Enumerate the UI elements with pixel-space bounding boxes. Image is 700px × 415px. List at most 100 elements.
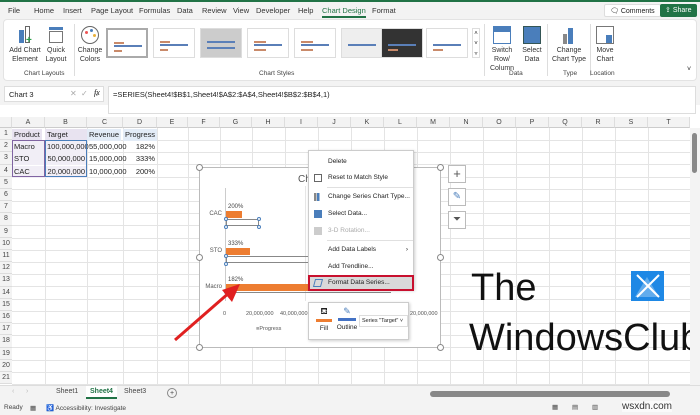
target-bar-sto[interactable] [226, 256, 309, 263]
tab-format[interactable]: Format [372, 6, 396, 15]
row-header-20[interactable]: 20 [0, 359, 12, 372]
accessibility-button[interactable]: ♿ Accessibility: Investigate [46, 404, 126, 412]
add-chart-element-button[interactable]: + Add Chart Element [8, 26, 42, 64]
tab-help[interactable]: Help [298, 6, 313, 15]
enter-icon[interactable]: ✓ [81, 89, 88, 98]
row-header-2[interactable]: 2 [0, 140, 12, 153]
function-icon[interactable]: fx [94, 88, 100, 97]
chart-style-7[interactable] [381, 28, 423, 58]
column-header-a[interactable]: A [12, 117, 45, 128]
fill-button[interactable]: ⛾ Fill [314, 306, 334, 332]
comments-button[interactable]: 🗨 Comments [604, 4, 661, 17]
series-select[interactable]: Series "Target" ˅ [359, 315, 408, 327]
column-header-o[interactable]: O [483, 117, 516, 128]
progress-bar-sto[interactable] [226, 248, 250, 255]
row-header-13[interactable]: 13 [0, 274, 12, 287]
row-header-5[interactable]: 5 [0, 176, 12, 189]
vertical-scrollbar[interactable] [692, 133, 697, 173]
chart-style-3[interactable] [200, 28, 242, 58]
tab-insert[interactable]: Insert [63, 6, 82, 15]
menu-item-add-data-labels[interactable]: Add Data Labels › [309, 243, 413, 257]
resize-handle[interactable] [196, 254, 203, 261]
row-header-6[interactable]: 6 [0, 189, 12, 202]
column-header-t[interactable]: T [648, 117, 690, 128]
page-layout-view-icon[interactable]: ▤ [572, 403, 578, 411]
row-header-1[interactable]: 1 [0, 128, 12, 141]
target-bar-macro[interactable] [226, 292, 391, 299]
menu-item-reset-to-match-style[interactable]: Reset to Match Style [309, 171, 413, 185]
selection-handle[interactable] [224, 254, 228, 258]
tab-file[interactable]: File [8, 6, 20, 15]
column-header-e[interactable]: E [157, 117, 188, 128]
horizontal-scrollbar[interactable] [430, 391, 670, 397]
add-sheet-icon[interactable]: + [167, 388, 177, 398]
change-colors-button[interactable]: Change Colors [76, 26, 104, 64]
row-header-11[interactable]: 11 [0, 250, 12, 263]
column-header-b[interactable]: B [45, 117, 87, 128]
selection-handle[interactable] [257, 217, 261, 221]
row-header-9[interactable]: 9 [0, 225, 12, 238]
selection-handle[interactable] [224, 262, 228, 266]
menu-item-format-data-series[interactable]: Format Data Series... [308, 275, 414, 291]
resize-handle[interactable] [196, 164, 203, 171]
tab-developer[interactable]: Developer [256, 6, 290, 15]
resize-handle[interactable] [437, 254, 444, 261]
collapse-ribbon-icon[interactable]: ˅ [687, 66, 691, 73]
row-header-8[interactable]: 8 [0, 213, 12, 226]
row-header-12[interactable]: 12 [0, 262, 12, 275]
tab-page-layout[interactable]: Page Layout [91, 6, 133, 15]
column-header-s[interactable]: S [615, 117, 648, 128]
row-header-17[interactable]: 17 [0, 323, 12, 336]
cell-c2[interactable]: 55,000,000 [87, 141, 127, 153]
chart-style-1[interactable] [106, 28, 148, 58]
scroll-left-icon[interactable]: ‹ [12, 388, 14, 395]
scroll-right-icon[interactable]: › [26, 388, 28, 395]
cell-d1[interactable]: Progress [123, 129, 158, 141]
tab-review[interactable]: Review [202, 6, 227, 15]
resize-handle[interactable] [437, 164, 444, 171]
column-header-q[interactable]: Q [549, 117, 582, 128]
column-header-f[interactable]: F [188, 117, 220, 128]
column-header-g[interactable]: G [220, 117, 252, 128]
move-chart-button[interactable]: Move Chart [592, 26, 618, 64]
quick-layout-button[interactable]: Quick Layout [42, 26, 70, 64]
page-break-view-icon[interactable]: ▥ [592, 403, 598, 411]
legend[interactable]: ■Progress [256, 326, 281, 332]
selection-handle[interactable] [224, 217, 228, 221]
sheet-tab-sheet1[interactable]: Sheet1 [56, 388, 78, 395]
row-header-19[interactable]: 19 [0, 347, 12, 360]
row-header-10[interactable]: 10 [0, 237, 12, 250]
column-header-c[interactable]: C [87, 117, 123, 128]
menu-item-change-series-chart-type[interactable]: Change Series Chart Type... [309, 190, 413, 204]
chart-style-5[interactable] [294, 28, 336, 58]
chart-style-4[interactable] [247, 28, 289, 58]
chart-styles-button[interactable]: ✎ [448, 188, 466, 206]
column-header-n[interactable]: N [450, 117, 483, 128]
normal-view-icon[interactable]: ▦ [552, 403, 558, 411]
tab-home[interactable]: Home [34, 6, 54, 15]
change-chart-type-button[interactable]: Change Chart Type [550, 26, 588, 64]
select-data-button[interactable]: Select Data [521, 26, 543, 64]
cell-d4[interactable]: 200% [123, 166, 157, 178]
row-header-15[interactable]: 15 [0, 298, 12, 311]
cell-c3[interactable]: 15,000,000 [87, 153, 127, 165]
tab-view[interactable]: View [233, 6, 249, 15]
menu-item-delete[interactable]: Delete [309, 155, 413, 169]
outline-button[interactable]: ✎ Outline [336, 306, 358, 331]
column-header-k[interactable]: K [351, 117, 384, 128]
chart-elements-button[interactable]: + [448, 165, 466, 183]
row-header-3[interactable]: 3 [0, 152, 12, 165]
select-all-corner[interactable] [0, 117, 12, 128]
cell-c4[interactable]: 10,000,000 [87, 166, 127, 178]
selection-handle[interactable] [224, 225, 228, 229]
name-box[interactable]: Chart 3 ˅ [4, 86, 104, 102]
selection-handle[interactable] [257, 225, 261, 229]
target-bar-cac[interactable] [226, 219, 259, 226]
chart-style-2[interactable] [153, 28, 195, 58]
switch-row-column-button[interactable]: Switch Row/ Column [484, 26, 520, 73]
sheet-tab-sheet4[interactable]: Sheet4 [86, 386, 117, 399]
chart-style-6[interactable] [341, 28, 383, 58]
column-header-p[interactable]: P [516, 117, 549, 128]
column-header-r[interactable]: R [582, 117, 615, 128]
formula-input[interactable]: =SERIES(Sheet4!$B$1,Sheet4!$A$2:$A$4,She… [108, 86, 696, 114]
